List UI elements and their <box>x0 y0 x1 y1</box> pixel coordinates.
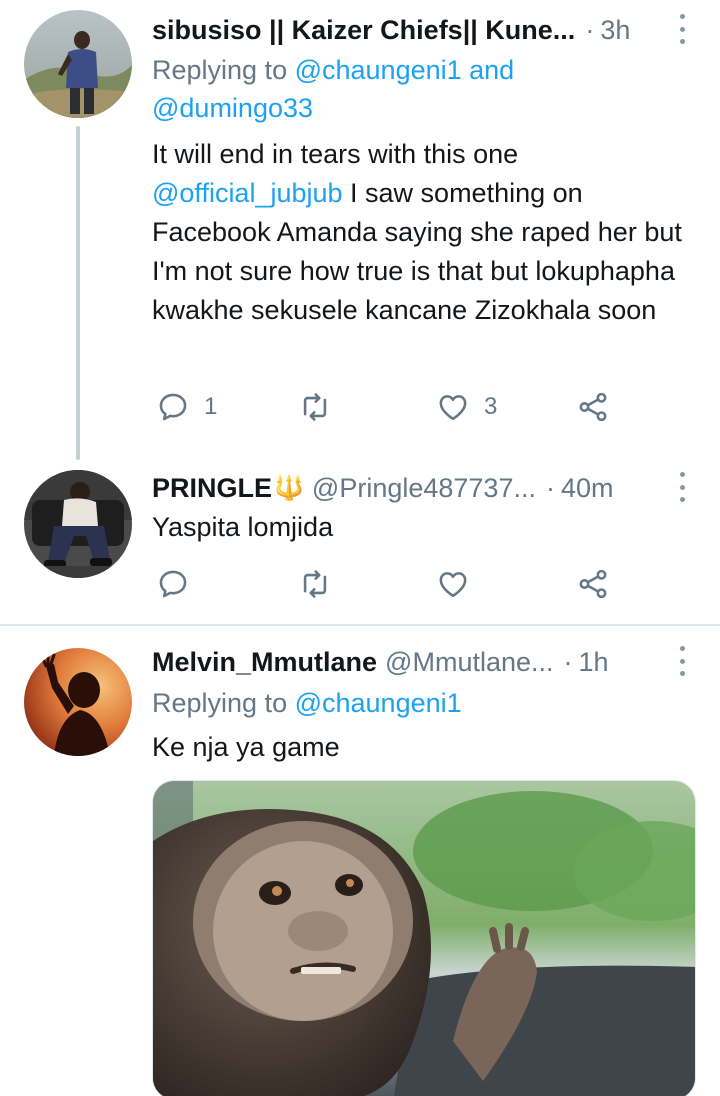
user-handle[interactable]: @Mmutlane... <box>385 647 553 678</box>
share-button[interactable] <box>576 387 610 427</box>
reply-icon <box>159 393 187 421</box>
like-count: 3 <box>484 393 498 420</box>
share-icon <box>579 569 607 599</box>
tweet-pringle[interactable]: PRINGLE 🔱 @Pringle487737... · 40m Yaspit… <box>0 460 720 625</box>
timestamp[interactable]: 3h <box>600 15 630 46</box>
reply-icon <box>159 570 187 598</box>
separator-dot: · <box>545 472 555 503</box>
more-vertical-icon[interactable] <box>678 14 686 44</box>
mention-link[interactable]: @dumingo33 <box>152 93 313 123</box>
user-handle[interactable]: @Pringle487737... <box>312 473 536 504</box>
like-button[interactable] <box>436 564 470 604</box>
avatar[interactable] <box>24 648 132 756</box>
mention-link[interactable]: @chaungeni1 <box>295 55 462 85</box>
tweet-sibusiso[interactable]: sibusiso || Kaizer Chiefs|| Kune... · 3h… <box>0 0 720 460</box>
share-icon <box>579 392 607 422</box>
tweet-text: Ke nja ya game <box>152 732 340 762</box>
action-bar <box>152 564 622 604</box>
replying-prefix: Replying to <box>152 55 295 85</box>
tweet-text: Yaspita lomjida <box>152 512 334 542</box>
tweet-melvin[interactable]: Melvin_Mmutlane @Mmutlane... · 1h Replyi… <box>0 626 720 1096</box>
action-bar: 1 3 <box>152 387 622 427</box>
tweet-text-line: It will end in tears with this one <box>152 139 519 169</box>
mention-link[interactable]: @official_jubjub <box>152 178 343 208</box>
display-name[interactable]: sibusiso || Kaizer Chiefs|| Kune... <box>152 15 575 46</box>
tweet-text: It will end in tears with this one @offi… <box>152 135 696 330</box>
timestamp[interactable]: 40m <box>561 473 614 504</box>
display-name[interactable]: Melvin_Mmutlane <box>152 647 377 678</box>
tweet-header: sibusiso || Kaizer Chiefs|| Kune... · 3h <box>152 10 690 50</box>
trident-emoji: 🔱 <box>274 474 304 502</box>
reply-thread: sibusiso || Kaizer Chiefs|| Kune... · 3h… <box>0 0 720 1096</box>
replying-to: Replying to @chaungeni1 and @dumingo33 <box>152 51 690 127</box>
tweet-header: PRINGLE 🔱 @Pringle487737... · 40m <box>152 468 690 508</box>
replying-and: and <box>461 55 515 85</box>
reply-button[interactable]: 1 <box>156 387 217 427</box>
timestamp[interactable]: 1h <box>579 647 609 678</box>
retweet-icon <box>303 393 327 421</box>
display-name[interactable]: PRINGLE <box>152 473 272 504</box>
avatar[interactable] <box>24 470 132 578</box>
separator-dot: · <box>563 646 573 677</box>
reply-button[interactable] <box>156 564 190 604</box>
tweet-header: Melvin_Mmutlane @Mmutlane... · 1h <box>152 642 690 682</box>
heart-icon <box>439 572 467 598</box>
monkey-photo <box>153 781 695 1096</box>
heart-icon <box>439 395 467 421</box>
reply-count: 1 <box>204 393 218 420</box>
replying-prefix: Replying to <box>152 688 295 718</box>
more-vertical-icon[interactable] <box>678 472 686 502</box>
tweet-media-image[interactable] <box>152 780 696 1096</box>
like-button[interactable]: 3 <box>436 387 497 427</box>
retweet-button[interactable] <box>298 387 332 427</box>
share-button[interactable] <box>576 564 610 604</box>
thread-line <box>76 126 80 460</box>
mention-link[interactable]: @chaungeni1 <box>295 688 462 718</box>
retweet-button[interactable] <box>298 564 332 604</box>
replying-to: Replying to @chaungeni1 <box>152 684 690 722</box>
separator-dot: · <box>585 14 595 45</box>
retweet-icon <box>303 570 327 598</box>
more-vertical-icon[interactable] <box>678 646 686 676</box>
avatar[interactable] <box>24 10 132 118</box>
